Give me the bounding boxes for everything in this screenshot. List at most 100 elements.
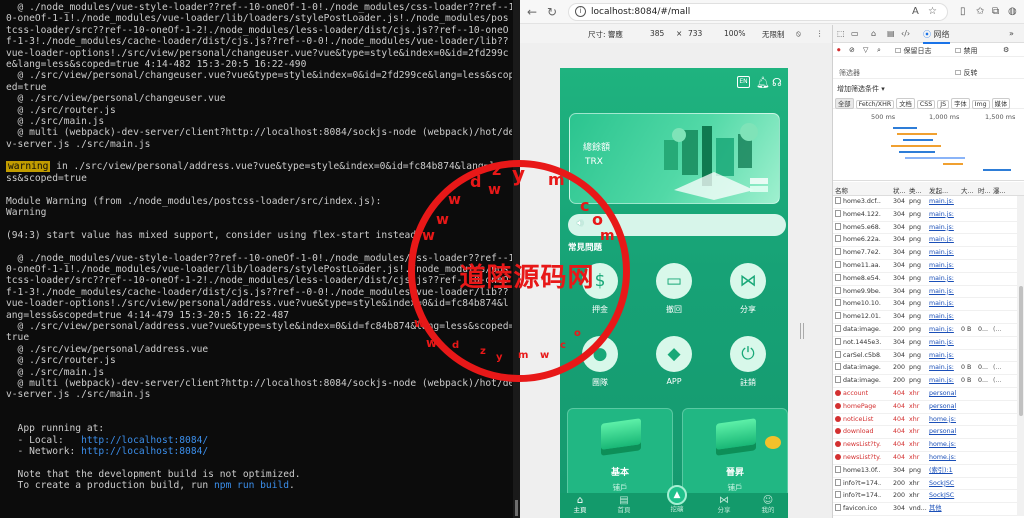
duck-icon[interactable] <box>765 436 781 449</box>
terminal-scroll-thumb[interactable] <box>515 500 518 516</box>
network-row[interactable]: newsList?ty... 404 xhr home.js: <box>833 439 1024 452</box>
network-row[interactable]: home11.aa... 304 png main.js: <box>833 260 1024 273</box>
favorites-list-icon[interactable]: ✩ <box>976 4 984 20</box>
network-row[interactable]: data:image... 200 png main.js: 0 B 0... (... <box>833 362 1024 376</box>
col-waterfall[interactable]: 瀑... <box>993 185 1006 195</box>
grid-item-share[interactable]: ⋈ 分享 <box>718 263 778 315</box>
network-row[interactable]: account 404 xhr personal <box>833 388 1024 401</box>
network-row[interactable]: info?t=174... 200 xhr SockJSC <box>833 490 1024 504</box>
device-width-input[interactable]: 385 <box>650 29 664 38</box>
tab-home[interactable]: ⌂ 主頁 <box>562 495 598 515</box>
col-status[interactable]: 状... <box>893 185 906 195</box>
chip-js[interactable]: JS <box>937 100 950 109</box>
language-button[interactable]: EN <box>737 76 750 88</box>
request-initiator[interactable]: main.js: <box>929 350 959 362</box>
network-row[interactable]: favicon.ico 304 vnd... 其他 <box>833 503 1024 516</box>
disable-cache-checkbox[interactable]: ☐ 禁用 <box>955 46 978 56</box>
grid-item-logout[interactable]: ⏻ 註銷 <box>718 336 778 388</box>
network-row[interactable]: home3.dcf... 304 png main.js: <box>833 196 1024 209</box>
network-row[interactable]: download 404 xhr personal <box>833 426 1024 440</box>
request-initiator[interactable]: main.js: <box>929 196 959 208</box>
chip-all[interactable]: 全部 <box>835 98 854 109</box>
terminal-panel[interactable]: @ ./node_modules/vue-style-loader??ref--… <box>0 0 512 518</box>
favorite-icon[interactable]: ☆ <box>928 4 937 20</box>
back-icon[interactable]: ← <box>524 4 540 20</box>
collections-icon[interactable]: ⧉ <box>992 4 999 20</box>
grid-item-app[interactable]: ◆ APP <box>644 336 704 386</box>
clear-icon[interactable]: ⊘ <box>849 46 855 54</box>
filter-input[interactable]: 筛选器 <box>839 68 860 78</box>
grid-item-withdraw[interactable]: ▭ 撤回 <box>644 263 704 315</box>
reload-icon[interactable]: ↻ <box>544 4 560 20</box>
request-initiator[interactable]: main.js: <box>929 247 959 259</box>
request-initiator[interactable]: (索引):1 <box>929 465 959 477</box>
terminal-link[interactable]: http://localhost:8084/ <box>81 435 208 446</box>
split-screen-icon[interactable]: ▯ <box>960 4 966 20</box>
read-aloud-icon[interactable]: A <box>912 4 919 20</box>
request-initiator[interactable]: main.js: <box>929 222 959 234</box>
network-row[interactable]: carSel.c5b8... 304png main.js: <box>833 350 1024 363</box>
rotate-icon[interactable]: ⦸ <box>796 29 801 39</box>
network-row[interactable]: home12.01... 304 png main.js: <box>833 311 1024 324</box>
device-height-input[interactable]: 733 <box>688 29 702 38</box>
request-initiator[interactable]: SockJSC <box>929 478 959 490</box>
chip-css[interactable]: CSS <box>916 100 936 109</box>
request-initiator[interactable]: main.js: <box>929 375 959 387</box>
headset-icon[interactable]: ☊ <box>772 77 782 89</box>
col-initiator[interactable]: 发起... <box>929 185 948 195</box>
network-row[interactable]: data:image... 200 png main.js: 0 B 0... (... <box>833 375 1024 388</box>
request-initiator[interactable]: main.js: <box>929 298 959 310</box>
chip-font[interactable]: 字体 <box>951 98 970 109</box>
request-initiator[interactable]: main.js: <box>929 209 959 221</box>
profile-icon[interactable]: ◍ <box>1008 4 1017 20</box>
request-initiator[interactable]: personal <box>929 401 959 413</box>
tab-network[interactable]: ⦿ 网络 <box>923 29 950 44</box>
inspect-icon[interactable]: ⬚ <box>837 29 845 38</box>
request-initiator[interactable]: main.js: <box>929 273 959 285</box>
plan-card-basic[interactable]: 基本 铺戶 <box>567 408 673 498</box>
request-initiator[interactable]: personal <box>929 388 959 400</box>
network-row[interactable]: home6.22a... 304 png main.js: <box>833 234 1024 248</box>
request-initiator[interactable]: personal <box>929 426 959 438</box>
request-initiator[interactable]: main.js: <box>929 311 959 323</box>
preserve-log-checkbox[interactable]: ☐ 保留日志 <box>895 46 932 56</box>
invert-checkbox[interactable]: ☐ 反转 <box>955 68 978 78</box>
more-tools-icon[interactable]: » <box>1009 29 1014 38</box>
request-initiator[interactable]: home.js: <box>929 439 959 451</box>
request-initiator[interactable]: home.js: <box>929 452 959 464</box>
device-zoom-select[interactable]: 100% <box>724 29 745 38</box>
more-filters-button[interactable]: 增加筛选条件 ▾ <box>837 84 885 94</box>
network-row[interactable]: not.1445e3... 304png main.js: <box>833 337 1024 350</box>
plan-card-upgrade[interactable]: 晉昇 铺戶 <box>682 408 788 498</box>
sources-icon[interactable]: ‹/› <box>901 29 910 38</box>
network-scrollbar[interactable] <box>1017 196 1024 516</box>
network-row[interactable]: home5.e68... 304 png main.js: <box>833 222 1024 235</box>
tab-mining[interactable]: 挖礦 <box>659 505 695 514</box>
welcome-icon[interactable]: ⌂ <box>871 29 876 38</box>
tab-share[interactable]: ⋈ 分享 <box>706 495 742 515</box>
request-initiator[interactable]: 其他 <box>929 503 959 515</box>
resize-handle[interactable] <box>800 323 804 339</box>
more-options-icon[interactable]: ⋮ <box>816 29 824 38</box>
col-name[interactable]: 名称 <box>835 185 848 195</box>
address-bar[interactable]: i localhost:8084/#/mall <box>568 3 948 21</box>
grid-item-team[interactable]: ● 團隊 <box>570 336 630 388</box>
network-row[interactable]: newsList?ty... 404 xhr home.js: <box>833 452 1024 465</box>
network-row[interactable]: home8.e54... 304 png main.js: <box>833 273 1024 286</box>
tab-index[interactable]: ▤ 首頁 <box>606 495 642 515</box>
request-initiator[interactable]: SockJSC <box>929 490 959 502</box>
device-mode-icon[interactable]: ▭ <box>851 29 859 38</box>
request-initiator[interactable]: main.js: <box>929 260 959 272</box>
timeline-overview[interactable]: 500 ms 1,000 ms 1,500 ms <box>833 111 1024 181</box>
bell-icon[interactable]: 🔔︎ <box>756 77 770 89</box>
throttle-select[interactable]: 无限制 <box>762 29 785 40</box>
record-icon[interactable]: ⏺ <box>837 46 841 55</box>
network-row[interactable]: home7.7e2... 304 png main.js: <box>833 247 1024 260</box>
request-initiator[interactable]: main.js: <box>929 337 959 349</box>
network-row[interactable]: info?t=174... 200 xhr SockJSC <box>833 478 1024 491</box>
request-initiator[interactable]: main.js: <box>929 324 959 336</box>
request-initiator[interactable]: home.js: <box>929 414 959 426</box>
terminal-scrollbar[interactable] <box>513 0 520 518</box>
device-size-select[interactable]: 尺寸: 響應 <box>588 29 623 40</box>
tab-mine[interactable]: ☺ 我的 <box>750 495 786 515</box>
